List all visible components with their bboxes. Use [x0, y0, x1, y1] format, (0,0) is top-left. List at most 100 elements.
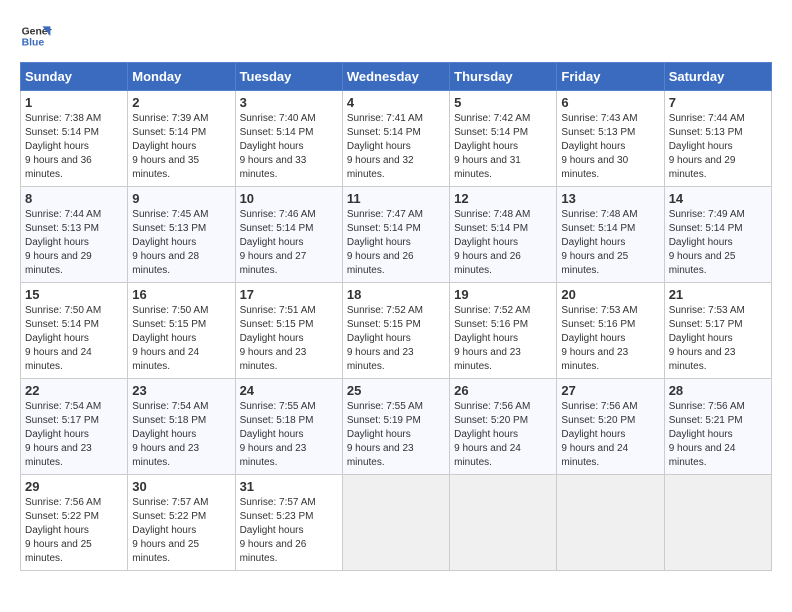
cell-info: Sunrise: 7:57 AMSunset: 5:22 PMDaylight …: [132, 497, 208, 564]
calendar-cell: 29 Sunrise: 7:56 AMSunset: 5:22 PMDayligh…: [21, 475, 128, 571]
cell-info: Sunrise: 7:51 AMSunset: 5:15 PMDaylight …: [240, 305, 316, 372]
calendar-cell: 25Sunrise: 7:55 AMSunset: 5:19 PMDayligh…: [342, 379, 449, 475]
calendar-cell: 3 Sunrise: 7:40 AMSunset: 5:14 PMDaylight…: [235, 91, 342, 187]
day-number: 16: [132, 287, 230, 302]
svg-text:Blue: Blue: [22, 38, 45, 49]
weekday-header-tuesday: Tuesday: [235, 63, 342, 91]
calendar-cell: 5 Sunrise: 7:42 AMSunset: 5:14 PMDaylight…: [450, 91, 557, 187]
cell-info: Sunrise: 7:40 AMSunset: 5:14 PMDaylight …: [240, 113, 316, 180]
day-number: 23: [132, 383, 230, 398]
calendar-cell: 27Sunrise: 7:56 AMSunset: 5:20 PMDayligh…: [557, 379, 664, 475]
cell-info: Sunrise: 7:53 AMSunset: 5:17 PMDaylight …: [669, 305, 745, 372]
calendar-cell: [450, 475, 557, 571]
logo: General Blue: [20, 20, 52, 52]
weekday-header-monday: Monday: [128, 63, 235, 91]
cell-info: Sunrise: 7:52 AMSunset: 5:15 PMDaylight …: [347, 305, 423, 372]
calendar-cell: 21 Sunrise: 7:53 AMSunset: 5:17 PMDayligh…: [664, 283, 771, 379]
cell-info: Sunrise: 7:50 AMSunset: 5:14 PMDaylight …: [25, 305, 101, 372]
calendar-cell: 30 Sunrise: 7:57 AMSunset: 5:22 PMDayligh…: [128, 475, 235, 571]
calendar-cell: [664, 475, 771, 571]
weekday-header-wednesday: Wednesday: [342, 63, 449, 91]
day-number: 9: [132, 191, 230, 206]
calendar-cell: 4 Sunrise: 7:41 AMSunset: 5:14 PMDaylight…: [342, 91, 449, 187]
calendar-cell: 22 Sunrise: 7:54 AMSunset: 5:17 PMDayligh…: [21, 379, 128, 475]
calendar-cell: 19Sunrise: 7:52 AMSunset: 5:16 PMDayligh…: [450, 283, 557, 379]
day-number: 5: [454, 95, 552, 110]
day-number: 22: [25, 383, 123, 398]
day-number: 20: [561, 287, 659, 302]
day-number: 30: [132, 479, 230, 494]
calendar-week-row: 15 Sunrise: 7:50 AMSunset: 5:14 PMDayligh…: [21, 283, 772, 379]
calendar-cell: 15 Sunrise: 7:50 AMSunset: 5:14 PMDayligh…: [21, 283, 128, 379]
day-number: 1: [25, 95, 123, 110]
cell-info: Sunrise: 7:47 AMSunset: 5:14 PMDaylight …: [347, 209, 423, 276]
calendar-cell: 7Sunrise: 7:44 AMSunset: 5:13 PMDaylight…: [664, 91, 771, 187]
day-number: 28: [669, 383, 767, 398]
calendar-week-row: 22 Sunrise: 7:54 AMSunset: 5:17 PMDayligh…: [21, 379, 772, 475]
day-number: 8: [25, 191, 123, 206]
cell-info: Sunrise: 7:45 AMSunset: 5:13 PMDaylight …: [132, 209, 208, 276]
cell-info: Sunrise: 7:46 AMSunset: 5:14 PMDaylight …: [240, 209, 316, 276]
day-number: 4: [347, 95, 445, 110]
day-number: 25: [347, 383, 445, 398]
weekday-header-saturday: Saturday: [664, 63, 771, 91]
day-number: 11: [347, 191, 445, 206]
calendar-cell: 10 Sunrise: 7:46 AMSunset: 5:14 PMDayligh…: [235, 187, 342, 283]
weekday-header-row: SundayMondayTuesdayWednesdayThursdayFrid…: [21, 63, 772, 91]
calendar-week-row: 29 Sunrise: 7:56 AMSunset: 5:22 PMDayligh…: [21, 475, 772, 571]
day-number: 14: [669, 191, 767, 206]
cell-info: Sunrise: 7:41 AMSunset: 5:14 PMDaylight …: [347, 113, 423, 180]
cell-info: Sunrise: 7:38 AMSunset: 5:14 PMDaylight …: [25, 113, 101, 180]
weekday-header-sunday: Sunday: [21, 63, 128, 91]
calendar-cell: 26Sunrise: 7:56 AMSunset: 5:20 PMDayligh…: [450, 379, 557, 475]
cell-info: Sunrise: 7:48 AMSunset: 5:14 PMDaylight …: [454, 209, 530, 276]
calendar-cell: 12 Sunrise: 7:48 AMSunset: 5:14 PMDayligh…: [450, 187, 557, 283]
cell-info: Sunrise: 7:56 AMSunset: 5:21 PMDaylight …: [669, 401, 745, 468]
day-number: 27: [561, 383, 659, 398]
cell-info: Sunrise: 7:50 AMSunset: 5:15 PMDaylight …: [132, 305, 208, 372]
calendar-cell: 13 Sunrise: 7:48 AMSunset: 5:14 PMDayligh…: [557, 187, 664, 283]
cell-info: Sunrise: 7:44 AMSunset: 5:13 PMDaylight …: [25, 209, 101, 276]
calendar-cell: [557, 475, 664, 571]
day-number: 3: [240, 95, 338, 110]
cell-info: Sunrise: 7:55 AMSunset: 5:18 PMDaylight …: [240, 401, 316, 468]
calendar-cell: 31Sunrise: 7:57 AMSunset: 5:23 PMDayligh…: [235, 475, 342, 571]
calendar-cell: 2Sunrise: 7:39 AMSunset: 5:14 PMDaylight…: [128, 91, 235, 187]
day-number: 2: [132, 95, 230, 110]
day-number: 26: [454, 383, 552, 398]
calendar-cell: 8 Sunrise: 7:44 AMSunset: 5:13 PMDaylight…: [21, 187, 128, 283]
page-header: General Blue: [20, 20, 772, 52]
calendar-cell: [342, 475, 449, 571]
cell-info: Sunrise: 7:54 AMSunset: 5:17 PMDaylight …: [25, 401, 101, 468]
calendar-cell: 17Sunrise: 7:51 AMSunset: 5:15 PMDayligh…: [235, 283, 342, 379]
calendar-cell: 1 Sunrise: 7:38 AMSunset: 5:14 PMDaylight…: [21, 91, 128, 187]
calendar-week-row: 8 Sunrise: 7:44 AMSunset: 5:13 PMDaylight…: [21, 187, 772, 283]
calendar-table: SundayMondayTuesdayWednesdayThursdayFrid…: [20, 62, 772, 571]
cell-info: Sunrise: 7:48 AMSunset: 5:14 PMDaylight …: [561, 209, 637, 276]
calendar-week-row: 1 Sunrise: 7:38 AMSunset: 5:14 PMDaylight…: [21, 91, 772, 187]
day-number: 10: [240, 191, 338, 206]
calendar-cell: 9 Sunrise: 7:45 AMSunset: 5:13 PMDaylight…: [128, 187, 235, 283]
cell-info: Sunrise: 7:56 AMSunset: 5:22 PMDaylight …: [25, 497, 101, 564]
day-number: 12: [454, 191, 552, 206]
cell-info: Sunrise: 7:54 AMSunset: 5:18 PMDaylight …: [132, 401, 208, 468]
day-number: 15: [25, 287, 123, 302]
day-number: 6: [561, 95, 659, 110]
day-number: 13: [561, 191, 659, 206]
day-number: 21: [669, 287, 767, 302]
calendar-cell: 16 Sunrise: 7:50 AMSunset: 5:15 PMDayligh…: [128, 283, 235, 379]
calendar-cell: 14 Sunrise: 7:49 AMSunset: 5:14 PMDayligh…: [664, 187, 771, 283]
day-number: 31: [240, 479, 338, 494]
cell-info: Sunrise: 7:49 AMSunset: 5:14 PMDaylight …: [669, 209, 745, 276]
calendar-cell: 18 Sunrise: 7:52 AMSunset: 5:15 PMDayligh…: [342, 283, 449, 379]
calendar-cell: 24 Sunrise: 7:55 AMSunset: 5:18 PMDayligh…: [235, 379, 342, 475]
calendar-cell: 28 Sunrise: 7:56 AMSunset: 5:21 PMDayligh…: [664, 379, 771, 475]
cell-info: Sunrise: 7:42 AMSunset: 5:14 PMDaylight …: [454, 113, 530, 180]
day-number: 24: [240, 383, 338, 398]
cell-info: Sunrise: 7:53 AMSunset: 5:16 PMDaylight …: [561, 305, 637, 372]
day-number: 18: [347, 287, 445, 302]
weekday-header-thursday: Thursday: [450, 63, 557, 91]
day-number: 29: [25, 479, 123, 494]
day-number: 19: [454, 287, 552, 302]
weekday-header-friday: Friday: [557, 63, 664, 91]
